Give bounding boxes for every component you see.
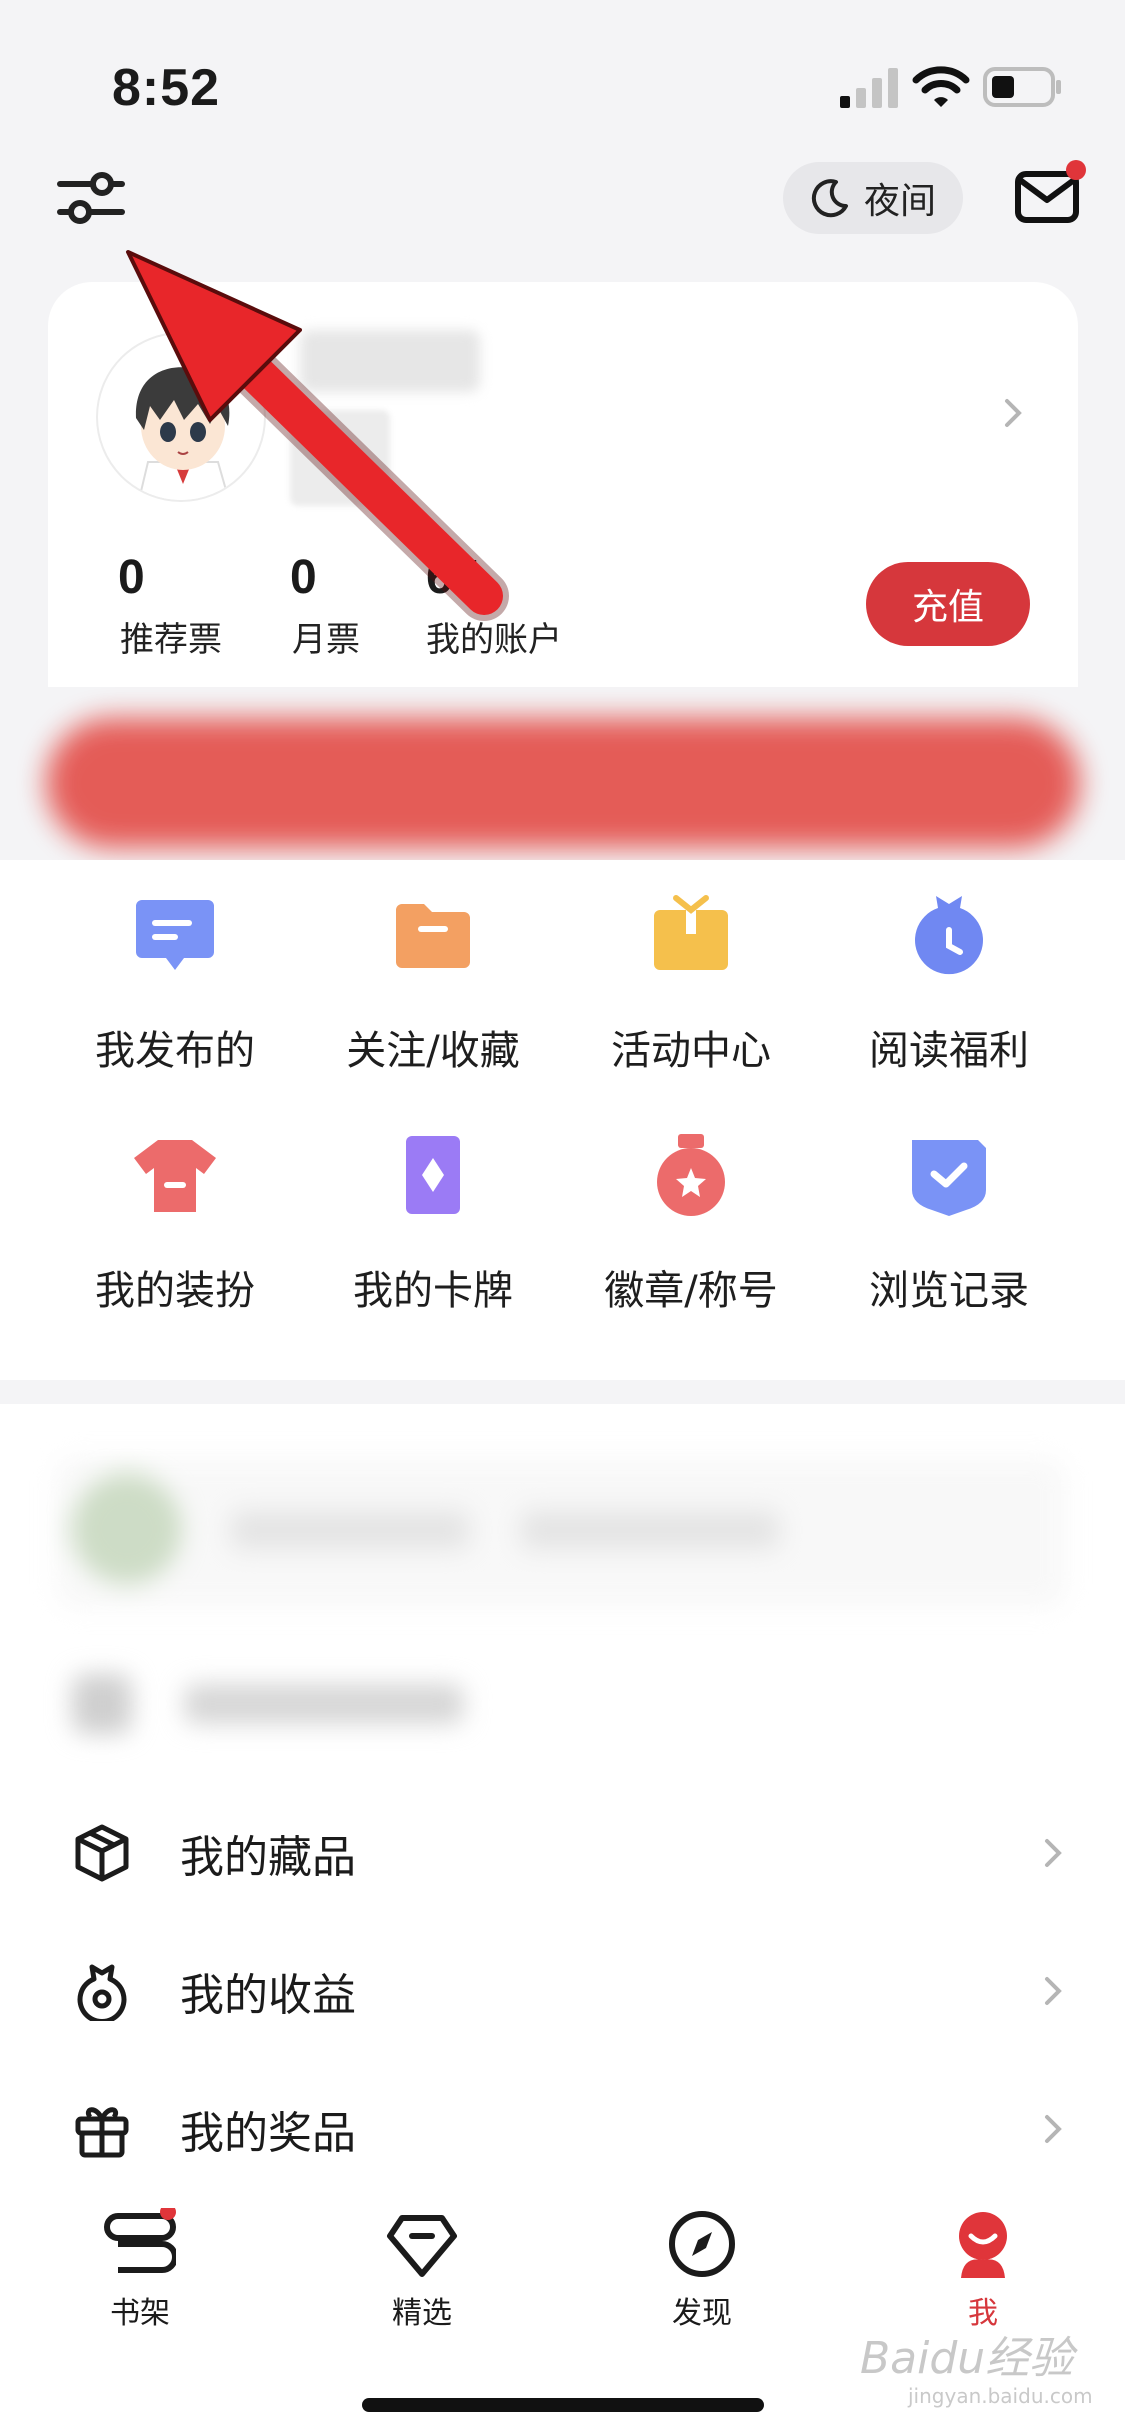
promo-banner-blurred[interactable] bbox=[46, 718, 1080, 848]
tab-me[interactable]: 我 bbox=[893, 2208, 1073, 2332]
watermark-url: jingyan.baidu.com bbox=[908, 2384, 1093, 2408]
settings-sliders-icon[interactable] bbox=[56, 166, 126, 230]
medal-icon bbox=[657, 1134, 725, 1216]
cube-icon bbox=[75, 1824, 129, 1882]
chevron-right-icon bbox=[1005, 399, 1022, 427]
grid-label: 活动中心 bbox=[611, 1028, 771, 1074]
wifi-icon bbox=[912, 66, 970, 107]
grid-label: 徽章/称号 bbox=[604, 1268, 778, 1314]
menu-item-my-prizes[interactable]: 我的奖品 bbox=[0, 2074, 1125, 2184]
tab-bookshelf[interactable]: 书架 bbox=[50, 2208, 230, 2332]
card-icon bbox=[406, 1136, 460, 1214]
menu-item-my-earnings[interactable]: 我的收益 bbox=[0, 1936, 1125, 2046]
status-time: 8:52 bbox=[112, 59, 221, 117]
recommend-ticket-count: 0 bbox=[118, 551, 145, 604]
chevron-right-icon bbox=[1045, 1839, 1062, 1867]
grid-label: 关注/收藏 bbox=[346, 1028, 520, 1074]
monthly-ticket-label[interactable]: 月票 bbox=[292, 612, 360, 661]
battery-icon bbox=[983, 67, 1061, 107]
avatar[interactable] bbox=[96, 332, 266, 502]
tshirt-icon bbox=[134, 1140, 216, 1212]
account-balance: 65 bbox=[426, 551, 480, 604]
chevron-right-icon bbox=[1045, 1977, 1062, 2005]
grid-item-my-cards[interactable]: 我的卡牌 bbox=[303, 1100, 563, 1320]
grid-item-browsing-history[interactable]: 浏览记录 bbox=[819, 1100, 1079, 1320]
watermark: Baidu经验 bbox=[860, 2333, 1074, 2384]
grid-label: 我的卡牌 bbox=[353, 1268, 513, 1314]
gift-icon bbox=[75, 2107, 129, 2158]
grid-item-my-posts[interactable]: 我发布的 bbox=[45, 860, 305, 1080]
grid-label: 我的装扮 bbox=[95, 1268, 255, 1314]
my-account-label[interactable]: 我的账户 bbox=[426, 612, 562, 661]
clock-bag-icon bbox=[915, 896, 983, 975]
mail-unread-dot bbox=[1066, 160, 1086, 180]
home-indicator[interactable] bbox=[362, 2398, 764, 2412]
grid-item-reading-benefits[interactable]: 阅读福利 bbox=[819, 860, 1079, 1080]
money-bag-icon bbox=[77, 1964, 127, 2021]
menu-item-label: 我的奖品 bbox=[180, 2108, 356, 2159]
bookshelf-icon bbox=[104, 2208, 176, 2273]
cellular-signal-icon bbox=[840, 68, 898, 108]
grid-item-activity-center[interactable]: 活动中心 bbox=[561, 860, 821, 1080]
profile-icon bbox=[959, 2212, 1007, 2278]
blurred-row-text[interactable] bbox=[184, 1684, 464, 1724]
night-mode-button[interactable]: 夜间 bbox=[783, 162, 963, 234]
grid-item-follow-favorites[interactable]: 关注/收藏 bbox=[303, 860, 563, 1080]
message-icon bbox=[136, 900, 214, 970]
tab-featured[interactable]: 精选 bbox=[332, 2208, 512, 2332]
user-level-blurred bbox=[290, 410, 390, 506]
monthly-ticket-count: 0 bbox=[290, 551, 317, 604]
promo-card-blurred bbox=[56, 1458, 1066, 1608]
diamond-icon bbox=[387, 2215, 457, 2277]
shield-check-icon bbox=[912, 1140, 986, 1216]
recharge-button[interactable]: 充值 bbox=[866, 562, 1030, 646]
moon-icon bbox=[811, 179, 848, 218]
tab-discover[interactable]: 发现 bbox=[612, 2208, 792, 2332]
feature-grid: 我发布的 关注/收藏 活动中心 阅读福利 我的装扮 我的卡牌 徽章/称号 浏览记… bbox=[0, 860, 1125, 1380]
blurred-row-icon bbox=[72, 1674, 132, 1734]
grid-item-badges-titles[interactable]: 徽章/称号 bbox=[561, 1100, 821, 1320]
grid-item-my-outfit[interactable]: 我的装扮 bbox=[45, 1100, 305, 1320]
chevron-right-icon bbox=[1045, 2115, 1062, 2143]
tab-label: 书架 bbox=[110, 2296, 170, 2331]
gift-box-icon bbox=[654, 895, 728, 970]
menu-item-my-collection[interactable]: 我的藏品 bbox=[0, 1798, 1125, 1908]
compass-icon bbox=[669, 2211, 735, 2277]
grid-label: 浏览记录 bbox=[869, 1268, 1029, 1314]
recommend-ticket-label[interactable]: 推荐票 bbox=[120, 612, 222, 661]
menu-item-label: 我的收益 bbox=[180, 1970, 356, 2021]
folder-icon bbox=[396, 904, 470, 968]
menu-item-label: 我的藏品 bbox=[180, 1832, 356, 1883]
grid-label: 阅读福利 bbox=[869, 1028, 1029, 1074]
tab-label: 精选 bbox=[392, 2296, 452, 2331]
username-blurred bbox=[300, 330, 480, 392]
tab-label: 发现 bbox=[672, 2296, 732, 2331]
grid-label: 我发布的 bbox=[95, 1028, 255, 1074]
night-mode-label: 夜间 bbox=[863, 181, 936, 222]
